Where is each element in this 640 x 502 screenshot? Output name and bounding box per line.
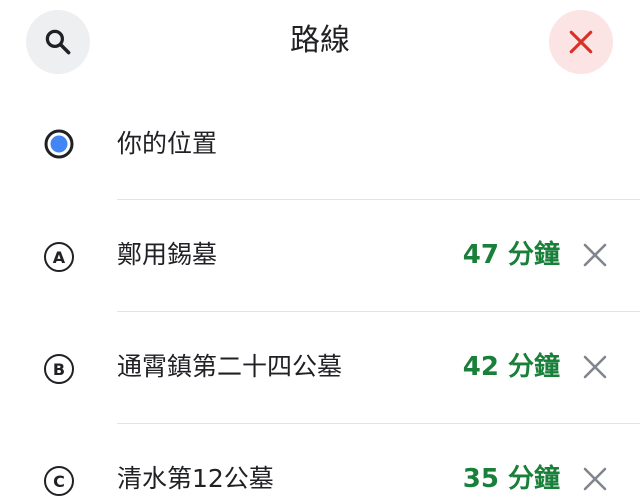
close-icon [583, 243, 607, 267]
travel-duration: 47 分鐘 [462, 240, 560, 270]
destination-label: 通霄鎮第二十四公墓 [117, 352, 343, 381]
destination-row-c[interactable]: C 清水第12公墓 35 分鐘 [0, 424, 640, 502]
origin-row[interactable]: 你的位置 [0, 90, 640, 202]
destination-label: 清水第12公墓 [117, 464, 274, 493]
marker-c-icon: C [38, 460, 80, 502]
close-icon [583, 467, 607, 491]
origin-label: 你的位置 [117, 129, 218, 158]
close-icon [569, 30, 593, 54]
remove-stop-button[interactable] [578, 462, 612, 496]
page-title: 路線 [290, 23, 350, 58]
close-icon [583, 355, 607, 379]
destination-row-b[interactable]: B 通霄鎮第二十四公墓 42 分鐘 [0, 312, 640, 424]
destination-row-a[interactable]: A 鄭用錫墓 47 分鐘 [0, 200, 640, 312]
destination-label: 鄭用錫墓 [117, 240, 218, 269]
travel-duration: 35 分鐘 [462, 464, 560, 494]
marker-b-icon: B [38, 348, 80, 390]
remove-stop-button[interactable] [578, 238, 612, 272]
close-button[interactable] [549, 10, 613, 74]
route-header: 路線 [0, 0, 640, 90]
marker-a-icon: A [38, 236, 80, 278]
current-location-icon [38, 123, 80, 165]
remove-stop-button[interactable] [578, 350, 612, 384]
travel-duration: 42 分鐘 [462, 352, 560, 382]
